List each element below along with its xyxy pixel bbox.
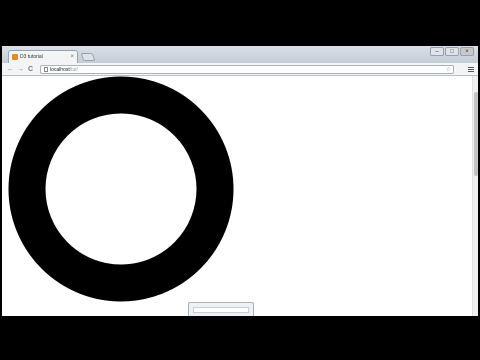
- popup-window[interactable]: [188, 302, 254, 316]
- page-icon: [44, 67, 48, 72]
- back-button[interactable]: ←: [7, 65, 14, 74]
- title-bar: D3 tutorial × – □ ×: [2, 46, 478, 63]
- browser-window: D3 tutorial × – □ × ← → C localhost/tut/…: [2, 46, 478, 316]
- popup-field: [193, 307, 249, 313]
- address-bar[interactable]: localhost/tut/ ☆: [40, 65, 454, 74]
- url-text: localhost/tut/: [50, 67, 78, 73]
- forward-button[interactable]: →: [17, 65, 24, 74]
- url-path: /tut/: [69, 66, 79, 73]
- tab-title: D3 tutorial: [20, 54, 43, 60]
- maximize-button[interactable]: □: [445, 47, 459, 56]
- menu-icon[interactable]: [468, 67, 474, 73]
- reload-button[interactable]: C: [28, 65, 33, 74]
- new-tab-button[interactable]: [80, 53, 96, 61]
- tab-close-icon[interactable]: ×: [70, 54, 77, 60]
- tab-d3-tutorial[interactable]: D3 tutorial ×: [8, 50, 78, 63]
- window-controls: – □ ×: [430, 47, 474, 56]
- minimize-button[interactable]: –: [430, 47, 444, 56]
- vertical-scrollbar[interactable]: [472, 76, 478, 316]
- bookmark-star-icon[interactable]: ☆: [446, 66, 451, 74]
- page-canvas: [8, 76, 234, 302]
- favicon-icon: [12, 54, 18, 60]
- close-window-button[interactable]: ×: [460, 47, 474, 56]
- scrollbar-thumb[interactable]: [474, 92, 478, 176]
- page-viewport: [2, 76, 478, 316]
- url-host: localhost: [50, 66, 70, 73]
- ring-circle: [8, 76, 234, 302]
- browser-toolbar: ← → C localhost/tut/ ☆: [2, 63, 478, 76]
